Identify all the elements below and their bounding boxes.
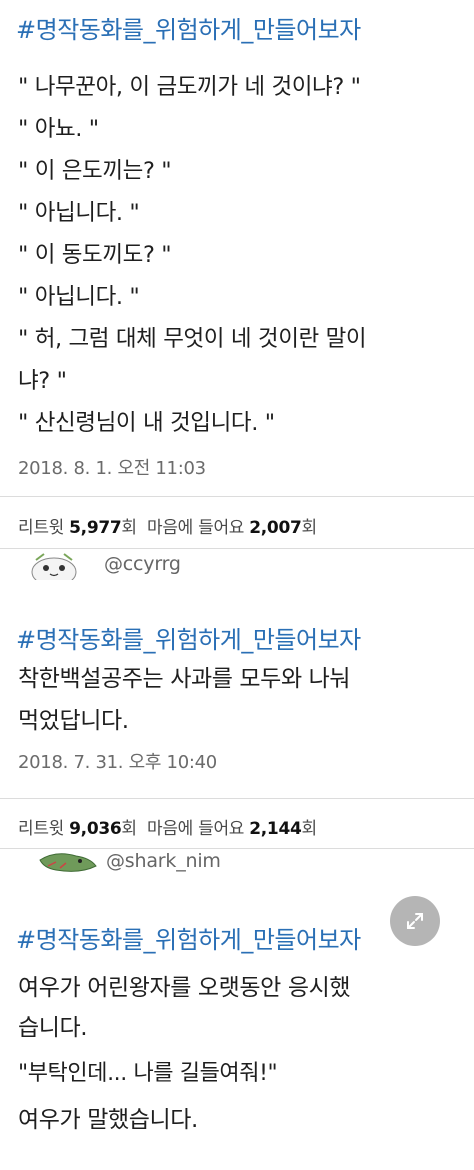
retweet-label: 리트윗: [18, 518, 65, 538]
expand-button[interactable]: [390, 896, 440, 946]
tweet-3: #명작동화를_위험하게_만들어보자 여우가 어린왕자를 오랫동안 응시했 습니다…: [0, 924, 474, 1140]
count-unit: 회: [121, 819, 137, 839]
author-handle[interactable]: @shark_nim: [106, 850, 221, 872]
tweet-2: #명작동화를_위험하게_만들어보자 착한백설공주는 사과를 모두와 나눠 먹었답…: [0, 624, 474, 774]
avatar-illustration-icon: [39, 853, 97, 872]
tweet-text-line: 습니다.: [18, 1015, 88, 1041]
engagement-stats: 리트윗 5,977회 마음에 들어요 2,007회: [18, 513, 317, 538]
tweet-text-line: " 이 동도끼도? ": [18, 242, 172, 268]
retweet-count[interactable]: 9,036: [69, 819, 122, 839]
tweet-text-line: 냐? ": [18, 368, 67, 394]
timestamp[interactable]: 2018. 8. 1. 오전 11:03: [18, 454, 474, 480]
timestamp[interactable]: 2018. 7. 31. 오후 10:40: [18, 748, 474, 774]
tweet-text-line: " 나무꾼아, 이 금도끼가 네 것이냐? ": [18, 74, 361, 100]
author-handle[interactable]: @ccyrrg: [104, 553, 181, 575]
like-label: 마음에 들어요: [146, 819, 245, 839]
retweet-label: 리트윗: [18, 819, 65, 839]
avatar[interactable]: [36, 848, 100, 876]
tweet-text-line: " 이 은도끼는? ": [18, 158, 172, 184]
retweet-count[interactable]: 5,977: [69, 518, 122, 538]
tweet-text-line: 먹었답니다.: [18, 708, 129, 734]
tweet-text-line: "부탁인데... 나를 길들여줘!": [18, 1061, 278, 1086]
tweet-text-line: " 허, 그럼 대체 무엇이 네 것이란 말이: [18, 326, 367, 352]
tweet-text-line: 여우가 어린왕자를 오랫동안 응시했: [18, 975, 351, 1001]
tweet-text-line: " 산신령님이 내 것입니다. ": [18, 410, 275, 436]
divider: [0, 798, 474, 799]
like-count[interactable]: 2,007: [249, 518, 302, 538]
expand-arrows-icon: [407, 913, 423, 929]
tweet-text-line: " 아뇨. ": [18, 116, 99, 142]
count-unit: 회: [121, 518, 137, 538]
divider: [0, 496, 474, 497]
count-unit: 회: [301, 518, 318, 538]
tweet-1: #명작동화를_위험하게_만들어보자 " 나무꾼아, 이 금도끼가 네 것이냐? …: [0, 14, 474, 480]
hashtag-link[interactable]: #명작동화를_위험하게_만들어보자: [16, 624, 474, 656]
tweet-text-line: " 아닙니다. ": [18, 284, 140, 310]
tweet-text-line: 착한백설공주는 사과를 모두와 나눠: [18, 666, 351, 692]
tweet-text-line: 여우가 말했습니다.: [18, 1107, 198, 1133]
like-count[interactable]: 2,144: [249, 819, 302, 839]
tweet-text-line: " 아닙니다. ": [18, 200, 140, 226]
like-label: 마음에 들어요: [146, 518, 245, 538]
hashtag-link[interactable]: #명작동화를_위험하게_만들어보자: [16, 14, 474, 46]
engagement-stats: 리트윗 9,036회 마음에 들어요 2,144회: [18, 814, 317, 839]
count-unit: 회: [301, 819, 318, 839]
avatar[interactable]: [22, 552, 86, 580]
divider: [0, 548, 474, 549]
avatar-illustration-icon: [31, 553, 77, 580]
